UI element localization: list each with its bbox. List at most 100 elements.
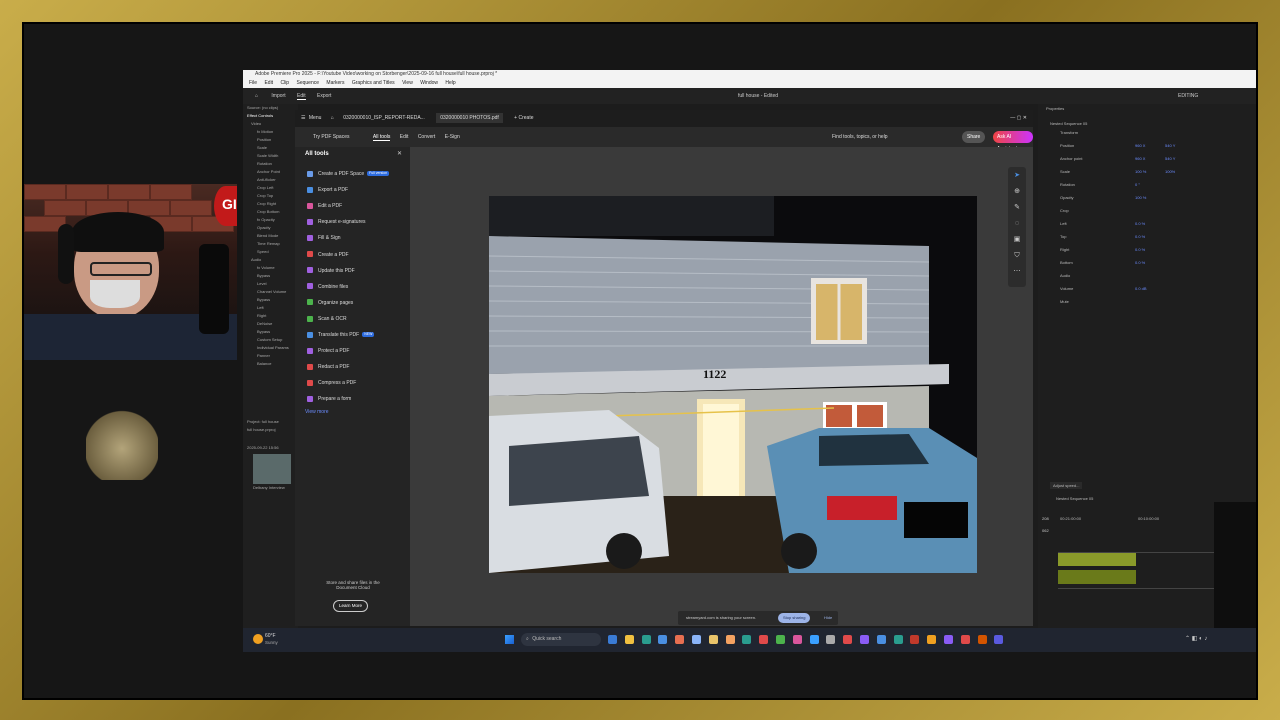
menu-sequence[interactable]: Sequence xyxy=(296,80,319,86)
effect-row[interactable]: Level xyxy=(243,280,298,288)
taskbar-app-icon[interactable] xyxy=(675,635,685,644)
stop-sharing-button[interactable]: Stop sharing xyxy=(778,613,811,623)
effect-row[interactable]: Scale Width xyxy=(243,152,298,160)
menu-clip[interactable]: Clip xyxy=(280,80,289,86)
select-cursor-icon[interactable]: ➤ xyxy=(1012,171,1022,181)
tool-item[interactable]: Protect a PDF xyxy=(307,344,349,358)
effect-row[interactable]: Crop Top xyxy=(243,192,298,200)
source-tab[interactable]: Source: (no clips) xyxy=(243,104,298,112)
pen-icon[interactable]: ✎ xyxy=(1012,203,1022,213)
taskbar-app-icon[interactable] xyxy=(708,635,718,644)
property-row[interactable]: Anchor point 960 X 540 Y xyxy=(1038,152,1256,165)
weather-icon[interactable] xyxy=(253,634,263,644)
menu-help[interactable]: Help xyxy=(445,80,455,86)
property-row[interactable]: Audio xyxy=(1038,269,1256,282)
find-tools-search[interactable]: Find tools, topics, or help xyxy=(832,127,888,147)
effect-row[interactable]: Speed xyxy=(243,248,298,256)
property-value[interactable]: 100 % xyxy=(1135,191,1146,204)
adjust-speed-button[interactable]: Adjust speed... xyxy=(1050,482,1083,489)
bin-label[interactable]: Delbany Interview xyxy=(243,484,298,492)
tab-convert[interactable]: Convert xyxy=(418,134,436,140)
view-more-link[interactable]: View more xyxy=(305,409,329,415)
ai-assistant-button[interactable]: Ask AI Assistant xyxy=(993,131,1033,152)
taskbar-app-icon[interactable] xyxy=(860,635,869,644)
effect-row[interactable]: Anchor Point xyxy=(243,168,298,176)
property-row[interactable]: Mute xyxy=(1038,295,1256,308)
taskbar-app-icon[interactable] xyxy=(641,635,651,644)
close-icon[interactable]: ✕ xyxy=(397,150,402,157)
property-value[interactable]: 960 X xyxy=(1135,139,1145,152)
taskbar-app-icon[interactable] xyxy=(960,635,970,644)
taskbar-app-icon[interactable] xyxy=(927,635,937,644)
scan-icon[interactable]: ▣ xyxy=(1012,235,1022,245)
effect-row[interactable]: Bypass xyxy=(243,296,298,304)
learn-more-button[interactable]: Learn More xyxy=(333,600,369,612)
property-value[interactable]: 100 % xyxy=(1135,165,1146,178)
workspace-label[interactable]: EDITING xyxy=(1178,88,1198,104)
project-file[interactable]: 2025-09-22 15:56 xyxy=(243,444,298,452)
menu-view[interactable]: View xyxy=(402,80,413,86)
tab-import[interactable]: Import xyxy=(271,93,285,99)
tool-item[interactable]: Scan & OCR xyxy=(307,312,347,326)
effect-row[interactable]: Position xyxy=(243,136,298,144)
menu-label[interactable]: Menu xyxy=(309,115,322,121)
taskbar-app-icon[interactable] xyxy=(759,635,769,644)
menu-file[interactable]: File xyxy=(249,80,257,86)
taskbar-app-icon[interactable] xyxy=(994,635,1004,644)
taskbar-app-icon[interactable] xyxy=(910,635,920,644)
taskbar-app-icon[interactable] xyxy=(843,635,853,644)
stamp-icon[interactable]: ⛉ xyxy=(1012,251,1022,261)
start-icon[interactable] xyxy=(505,635,514,644)
tool-item[interactable]: Redact a PDF xyxy=(307,360,349,374)
effect-row[interactable]: Individual Params xyxy=(243,344,298,352)
share-button[interactable]: Share xyxy=(962,131,986,143)
bin-thumbnail[interactable] xyxy=(253,454,291,484)
taskbar-app-icon[interactable] xyxy=(692,635,701,644)
effect-row[interactable]: Bypass xyxy=(243,328,298,336)
tab-edit[interactable]: Edit xyxy=(400,134,409,140)
tool-item[interactable]: Translate this PDF NEW xyxy=(307,328,375,342)
home-icon[interactable]: ⌂ xyxy=(255,93,258,99)
search-box[interactable]: ⌕ Quick search xyxy=(521,633,601,646)
effect-row[interactable]: Anti-flicker xyxy=(243,176,298,184)
tool-item[interactable]: Combine files xyxy=(307,280,348,294)
effect-row[interactable]: Crop Bottom xyxy=(243,208,298,216)
menu-icon[interactable]: ☰ xyxy=(301,115,305,121)
effect-row[interactable]: Channel Volume xyxy=(243,288,298,296)
project-panel-label[interactable]: Project: full house xyxy=(243,418,298,426)
create-tab-button[interactable]: + Create xyxy=(514,115,533,121)
tab-photos[interactable]: 0320000010 PHOTOS.pdf xyxy=(436,113,503,123)
property-value-secondary[interactable]: 540 Y xyxy=(1165,139,1175,152)
effect-row[interactable]: fx Volume xyxy=(243,264,298,272)
property-value-secondary[interactable]: 100% xyxy=(1165,165,1175,178)
taskbar-app-icon[interactable] xyxy=(792,635,802,644)
effect-row[interactable]: Scale xyxy=(243,144,298,152)
tab-esign[interactable]: E-Sign xyxy=(445,134,460,140)
taskbar-app-icon[interactable] xyxy=(944,635,953,644)
lasso-icon[interactable]: ◌ xyxy=(1012,219,1022,229)
weather-temp[interactable]: 60°F xyxy=(265,633,276,639)
property-row[interactable]: Transform xyxy=(1038,126,1256,139)
taskbar-app-icon[interactable] xyxy=(608,635,617,644)
property-value[interactable]: 960 X xyxy=(1135,152,1145,165)
effect-row[interactable]: fx Opacity xyxy=(243,216,298,224)
property-row[interactable]: Crop xyxy=(1038,204,1256,217)
effect-row[interactable]: Panner xyxy=(243,352,298,360)
property-value[interactable]: 0.0 % xyxy=(1135,217,1145,230)
effect-controls-tab[interactable]: Effect Controls xyxy=(243,112,298,120)
menu-edit[interactable]: Edit xyxy=(264,80,273,86)
property-row[interactable]: Rotation 0 ° xyxy=(1038,178,1256,191)
tab-all-tools[interactable]: All tools xyxy=(372,134,391,141)
tool-item[interactable]: Fill & Sign xyxy=(307,231,341,245)
property-row[interactable]: Position 960 X 540 Y xyxy=(1038,139,1256,152)
property-value[interactable]: 0.0 dB xyxy=(1135,282,1147,295)
effect-row[interactable]: Time Remap xyxy=(243,240,298,248)
effect-row[interactable]: Blend Mode xyxy=(243,232,298,240)
tool-item[interactable]: Compress a PDF xyxy=(307,376,356,390)
weather-desc[interactable]: Sunny xyxy=(265,640,278,645)
property-row[interactable]: Opacity 100 % xyxy=(1038,191,1256,204)
tool-item[interactable]: Edit a PDF xyxy=(307,199,342,213)
tool-item[interactable]: Export a PDF xyxy=(307,183,348,197)
property-row[interactable]: Scale 100 % 100% xyxy=(1038,165,1256,178)
taskbar-app-icon[interactable] xyxy=(658,635,668,644)
